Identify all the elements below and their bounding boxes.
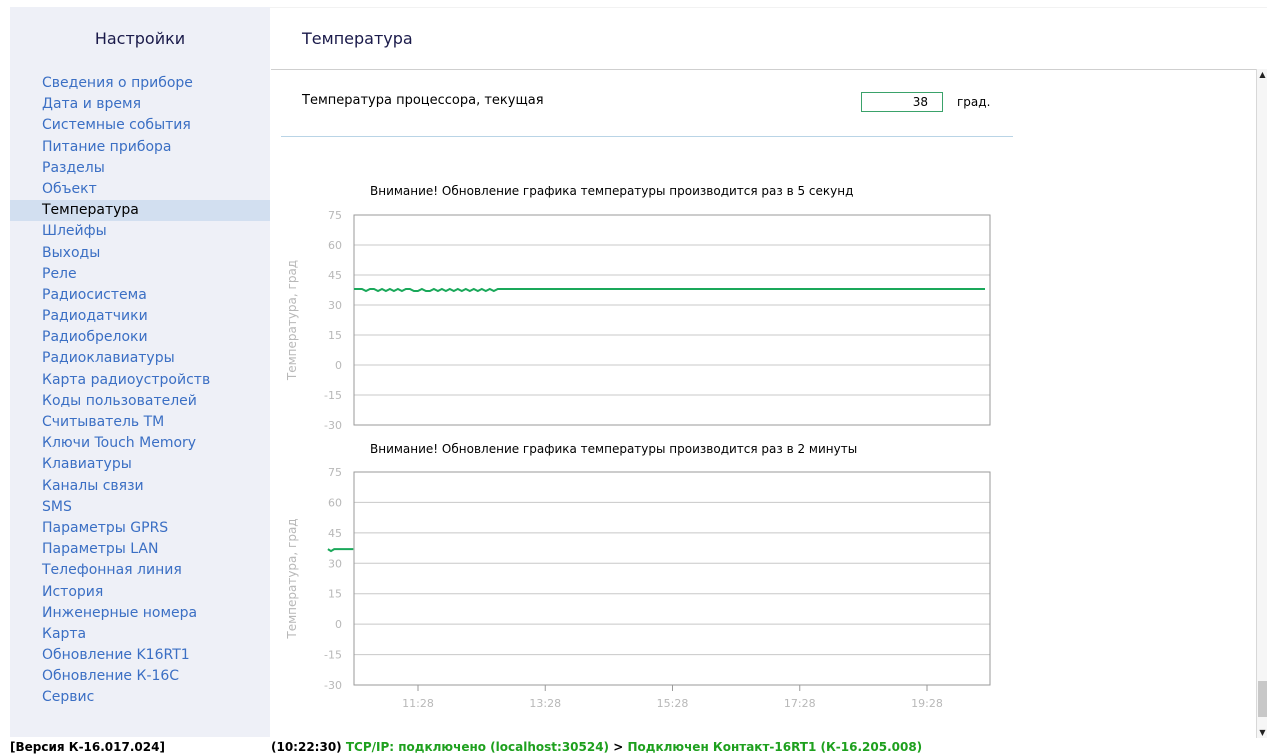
chart-title: Внимание! Обновление графика температуры… bbox=[370, 442, 857, 456]
y-tick-label: 45 bbox=[328, 269, 342, 282]
sidebar-item[interactable]: Дата и время bbox=[10, 94, 270, 115]
y-tick-label: 60 bbox=[328, 239, 342, 252]
sidebar-item[interactable]: Клавиатуры bbox=[10, 454, 270, 475]
plot-frame bbox=[353, 214, 991, 426]
sidebar-item[interactable]: SMS bbox=[10, 497, 270, 518]
cpu-temp-field[interactable]: 38 bbox=[861, 92, 943, 112]
sidebar-item[interactable]: Инженерные номера bbox=[10, 603, 270, 624]
sidebar-item[interactable]: Ключи Touch Memory bbox=[10, 433, 270, 454]
sidebar-item[interactable]: Радиодатчики bbox=[10, 306, 270, 327]
sidebar-item[interactable]: Разделы bbox=[10, 158, 270, 179]
status-device: Подключен Контакт-16RT1 (К-16.205.008) bbox=[627, 740, 923, 754]
y-axis-label: Температура, град bbox=[285, 518, 299, 639]
sidebar-item[interactable]: Системные события bbox=[10, 115, 270, 136]
y-tick-label: -15 bbox=[324, 389, 342, 402]
sidebar-item[interactable]: История bbox=[10, 582, 270, 603]
y-tick-label: 15 bbox=[328, 329, 342, 342]
temperature-series-line bbox=[354, 287, 985, 293]
temperature-series-line bbox=[327, 548, 354, 553]
page-title: Температура bbox=[302, 29, 413, 48]
x-tick-label: 13:28 bbox=[529, 697, 561, 710]
y-tick-label: 75 bbox=[328, 466, 342, 479]
status-bar: [Версия К-16.017.024] (10:22:30) TCP/IP:… bbox=[0, 738, 1267, 756]
sidebar-item[interactable]: Каналы связи bbox=[10, 476, 270, 497]
status-connection: TCP/IP: подключено (localhost:30524) bbox=[345, 740, 610, 754]
sidebar-item[interactable]: Сведения о приборе bbox=[10, 73, 270, 94]
sidebar-item[interactable]: Радиобрелоки bbox=[10, 327, 270, 348]
sidebar-item[interactable]: Карта bbox=[10, 624, 270, 645]
status-version: [Версия К-16.017.024] bbox=[10, 740, 165, 754]
status-time: (10:22:30) bbox=[271, 740, 342, 754]
cpu-temp-label: Температура процессора, текущая bbox=[302, 93, 544, 108]
title-divider bbox=[271, 69, 1258, 70]
y-tick-label: 30 bbox=[328, 299, 342, 312]
sidebar-item[interactable]: Обновление K16RT1 bbox=[10, 645, 270, 666]
x-tick-label: 11:28 bbox=[402, 697, 434, 710]
sidebar-item[interactable]: Телефонная линия bbox=[10, 560, 270, 581]
section-divider bbox=[281, 136, 1013, 137]
sidebar-item[interactable]: Обновление К-16С bbox=[10, 666, 270, 687]
y-tick-label: -30 bbox=[324, 419, 342, 432]
y-tick-label: 0 bbox=[335, 359, 342, 372]
sidebar-item[interactable]: Объект bbox=[10, 179, 270, 200]
y-tick-label: 45 bbox=[328, 527, 342, 540]
sidebar-title: Настройки bbox=[94, 29, 186, 48]
vertical-scrollbar[interactable]: ▲ ▼ bbox=[1256, 69, 1267, 739]
settings-nav: Сведения о приборе Дата и время Системные … bbox=[10, 73, 270, 709]
plot-frame bbox=[353, 471, 991, 686]
sidebar-item[interactable]: Шлейфы bbox=[10, 221, 270, 242]
y-tick-label: 0 bbox=[335, 618, 342, 631]
y-tick-label: -30 bbox=[324, 679, 342, 692]
scroll-up-arrow-icon[interactable]: ▲ bbox=[1257, 69, 1267, 81]
sidebar-item[interactable]: Карта радиоустройств bbox=[10, 370, 270, 391]
x-tick-label: 19:28 bbox=[911, 697, 943, 710]
sidebar-item[interactable]: Считыватель ТМ bbox=[10, 412, 270, 433]
status-line: (10:22:30) TCP/IP: подключено (localhost… bbox=[271, 738, 922, 756]
status-separator: > bbox=[613, 740, 624, 754]
settings-sidebar: Настройки Сведения о приборе Дата и время… bbox=[10, 7, 270, 737]
sidebar-item[interactable]: Коды пользователей bbox=[10, 391, 270, 412]
chart-title: Внимание! Обновление графика температуры… bbox=[370, 184, 853, 198]
sidebar-item[interactable]: Радиосистема bbox=[10, 285, 270, 306]
y-tick-label: -15 bbox=[324, 649, 342, 662]
cpu-temp-unit: град. bbox=[957, 95, 991, 109]
x-tick-label: 17:28 bbox=[784, 697, 816, 710]
sidebar-item[interactable]: Параметры GPRS bbox=[10, 518, 270, 539]
y-tick-label: 15 bbox=[328, 588, 342, 601]
sidebar-item[interactable]: Радиоклавиатуры bbox=[10, 348, 270, 369]
sidebar-item[interactable]: Питание прибора bbox=[10, 137, 270, 158]
sidebar-item[interactable]: Сервис bbox=[10, 687, 270, 708]
x-tick-label: 15:28 bbox=[657, 697, 689, 710]
sidebar-item[interactable]: Реле bbox=[10, 264, 270, 285]
y-axis-label: Температура, град bbox=[285, 260, 299, 381]
y-tick-label: 60 bbox=[328, 496, 342, 509]
main-top-border bbox=[270, 7, 1267, 8]
sidebar-item[interactable]: Выходы bbox=[10, 243, 270, 264]
scrollbar-thumb[interactable] bbox=[1258, 681, 1267, 717]
y-tick-label: 75 bbox=[328, 209, 342, 222]
sidebar-item[interactable]: Температура bbox=[10, 200, 270, 222]
y-tick-label: 30 bbox=[328, 557, 342, 570]
sidebar-item[interactable]: Параметры LAN bbox=[10, 539, 270, 560]
